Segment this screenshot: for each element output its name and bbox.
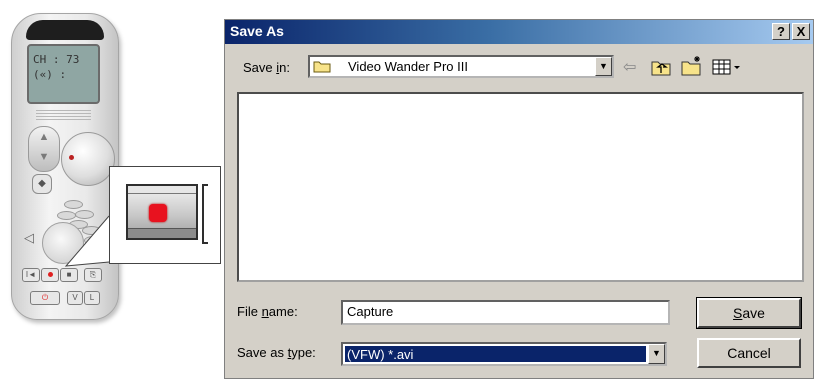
view-menu-icon[interactable] xyxy=(712,59,742,75)
file-name-label: File name: xyxy=(237,304,298,319)
record-icon xyxy=(149,204,167,222)
save-in-dropdown[interactable]: Video Wander Pro III ▼ xyxy=(308,55,614,78)
file-list-area[interactable] xyxy=(237,92,804,282)
new-folder-icon[interactable] xyxy=(681,55,703,76)
up-folder-icon[interactable] xyxy=(651,58,671,76)
save-in-label: Save in: xyxy=(243,60,290,75)
save-in-value: Video Wander Pro III xyxy=(348,59,468,74)
record-button-zoomed xyxy=(126,184,198,240)
button-bottom-strip xyxy=(128,228,196,238)
save-as-type-value: (VFW) *.avi xyxy=(345,346,646,362)
folder-icon xyxy=(313,61,331,73)
save-as-type-label: Save as type: xyxy=(237,345,316,360)
close-button[interactable]: X xyxy=(792,23,810,40)
file-name-input[interactable]: Capture xyxy=(341,300,670,325)
chevron-down-icon[interactable]: ▼ xyxy=(648,344,665,364)
button-top-strip xyxy=(128,186,196,194)
adjacent-button-edge xyxy=(202,184,208,244)
back-arrow-icon[interactable]: ⇦ xyxy=(623,57,636,77)
title-bar: Save As ? X xyxy=(225,20,813,44)
cancel-button[interactable]: Cancel xyxy=(697,338,801,368)
save-button[interactable]: Save xyxy=(696,297,802,329)
save-as-dialog: Save As ? X Save in: Video Wander Pro II… xyxy=(224,19,814,379)
chevron-down-icon[interactable]: ▼ xyxy=(595,57,612,76)
help-button[interactable]: ? xyxy=(772,23,790,40)
dialog-title: Save As xyxy=(230,23,284,39)
record-button-callout xyxy=(109,166,221,264)
save-as-type-dropdown[interactable]: (VFW) *.avi ▼ xyxy=(341,342,667,366)
